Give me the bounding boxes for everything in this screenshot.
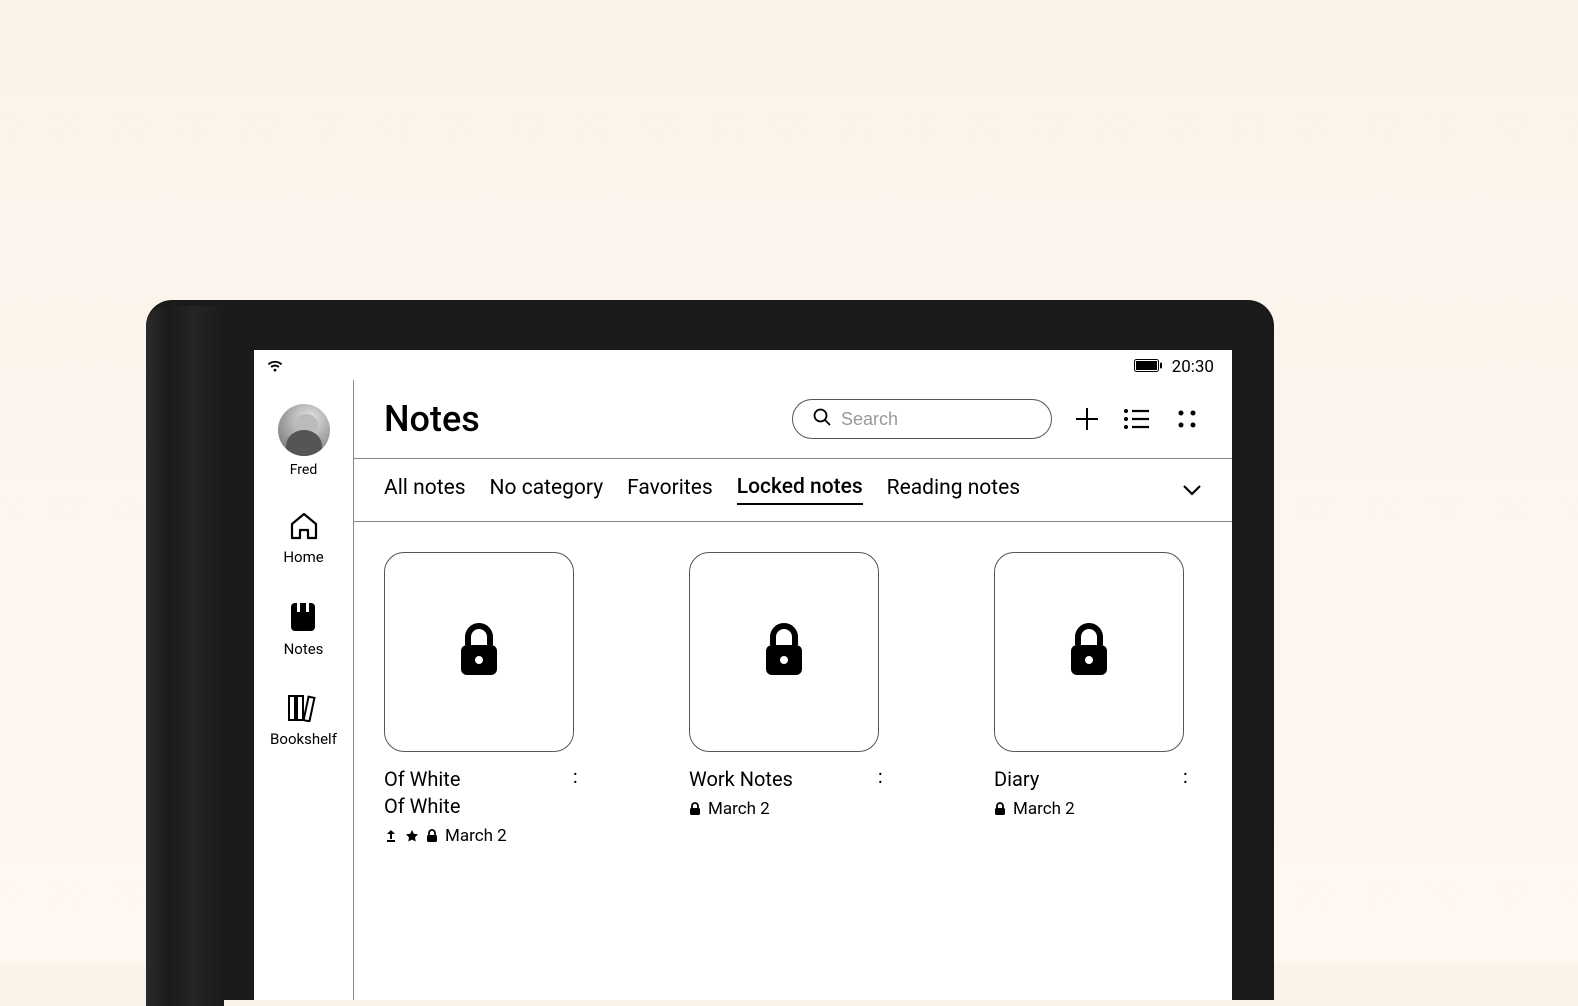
- header: Notes: [354, 380, 1232, 459]
- nav-home[interactable]: Home: [283, 512, 323, 566]
- note-more-button[interactable]: ··: [573, 766, 579, 786]
- device-spine: [146, 306, 224, 1006]
- lock-small-icon: [994, 802, 1006, 816]
- tabs-expand[interactable]: [1182, 481, 1202, 500]
- note-title: Of White: [384, 766, 573, 793]
- more-button[interactable]: [1172, 404, 1202, 434]
- avatar[interactable]: [278, 404, 330, 456]
- lock-icon: [1067, 623, 1111, 681]
- nav-bookshelf[interactable]: Bookshelf: [270, 694, 337, 748]
- note-date: March 2: [708, 799, 770, 819]
- note-date: March 2: [1013, 799, 1075, 819]
- home-icon: [289, 512, 319, 544]
- lock-small-icon: [689, 802, 701, 816]
- note-title: Work Notes: [689, 766, 878, 793]
- sync-icon: [384, 829, 398, 843]
- tab-all-notes[interactable]: All notes: [384, 476, 466, 504]
- note-more-button[interactable]: ··: [878, 766, 884, 786]
- tab-locked-notes[interactable]: Locked notes: [737, 475, 863, 505]
- note-meta: March 2: [994, 799, 1189, 819]
- nav-bookshelf-label: Bookshelf: [270, 730, 337, 748]
- note-thumbnail[interactable]: [689, 552, 879, 752]
- nav-notes-label: Notes: [284, 640, 324, 658]
- search-box[interactable]: [792, 399, 1052, 439]
- lock-icon: [762, 623, 806, 681]
- note-more-button[interactable]: ··: [1183, 766, 1189, 786]
- battery-icon: [1134, 357, 1162, 377]
- notes-icon: [289, 602, 317, 636]
- note-thumbnail[interactable]: [994, 552, 1184, 752]
- status-time: 20:30: [1172, 357, 1214, 377]
- note-card[interactable]: Of White Of White ·· March 2: [384, 552, 579, 846]
- main-content: Notes: [354, 380, 1232, 1000]
- lock-icon: [457, 623, 501, 681]
- note-subtitle: Of White: [384, 793, 573, 820]
- note-meta: March 2: [384, 826, 579, 846]
- lock-small-icon: [426, 829, 438, 843]
- wifi-icon: [266, 358, 284, 377]
- notes-grid: Of White Of White ·· March 2: [354, 522, 1232, 876]
- note-title: Diary: [994, 766, 1183, 793]
- search-icon: [813, 408, 831, 430]
- list-view-button[interactable]: [1122, 404, 1152, 434]
- device-screen: 20:30 Fred Home Notes: [254, 350, 1232, 1000]
- note-thumbnail[interactable]: [384, 552, 574, 752]
- page-title: Notes: [384, 398, 480, 440]
- note-meta: March 2: [689, 799, 884, 819]
- username: Fred: [290, 462, 318, 478]
- status-bar: 20:30: [254, 350, 1232, 380]
- tab-favorites[interactable]: Favorites: [627, 476, 713, 504]
- note-date: March 2: [445, 826, 507, 846]
- note-card[interactable]: Diary ·· March 2: [994, 552, 1189, 846]
- note-card[interactable]: Work Notes ·· March 2: [689, 552, 884, 846]
- device-frame: 20:30 Fred Home Notes: [146, 300, 1274, 1000]
- nav-notes[interactable]: Notes: [284, 602, 324, 658]
- bookshelf-icon: [287, 694, 319, 726]
- search-input[interactable]: [841, 409, 1073, 430]
- tabs: All notes No category Favorites Locked n…: [354, 459, 1232, 522]
- tab-no-category[interactable]: No category: [490, 476, 604, 504]
- tab-reading-notes[interactable]: Reading notes: [887, 476, 1020, 504]
- star-icon: [405, 829, 419, 843]
- add-button[interactable]: [1072, 404, 1102, 434]
- nav-home-label: Home: [283, 548, 323, 566]
- sidebar: Fred Home Notes B: [254, 380, 354, 1000]
